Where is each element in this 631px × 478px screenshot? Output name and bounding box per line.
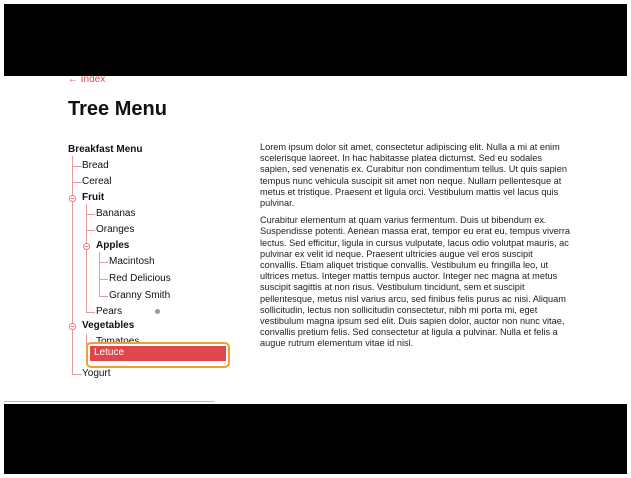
tree-item-macintosh[interactable]: Macintosh — [109, 254, 155, 270]
branch-line — [99, 262, 108, 263]
tree-item-lettuce: Letuce — [94, 347, 125, 358]
branch-line — [99, 296, 108, 297]
branch-line — [86, 204, 87, 312]
page-title: Tree Menu — [68, 98, 167, 120]
article-paragraph-1: Lorem ipsum dolor sit amet, consectetur … — [260, 142, 567, 209]
branch-line — [86, 230, 95, 231]
collapse-toggle-icon[interactable] — [83, 243, 90, 250]
tree-item-yogurt[interactable]: Yogurt — [82, 366, 111, 382]
collapse-toggle-icon[interactable] — [69, 323, 76, 330]
branch-line — [86, 312, 95, 313]
branch-line — [72, 166, 82, 167]
tree-item-apples[interactable]: Apples — [96, 238, 129, 254]
branch-line — [72, 156, 73, 374]
branch-line — [99, 252, 100, 296]
tree-item-oranges[interactable]: Oranges — [96, 222, 134, 238]
tree-item-cereal[interactable]: Cereal — [82, 174, 111, 190]
branch-line — [86, 214, 95, 215]
tree-item-fruit[interactable]: Fruit — [82, 190, 104, 206]
article-body: Lorem ipsum dolor sit amet, consectetur … — [260, 142, 572, 356]
tree-item-red-delicious[interactable]: Red Delicious — [109, 271, 171, 287]
letterbox-bottom — [4, 404, 627, 474]
branch-line — [72, 374, 82, 375]
page-content: ← Index Tree Menu Breakfast Menu Bread C… — [4, 76, 627, 404]
article-paragraph-2: Curabitur elementum at quam varius ferme… — [260, 215, 570, 349]
tree-root[interactable]: Breakfast Menu — [68, 142, 142, 158]
mouse-cursor-icon — [155, 309, 160, 314]
branch-line — [72, 182, 82, 183]
branch-line — [99, 279, 108, 280]
tree-item-bananas[interactable]: Bananas — [96, 206, 135, 222]
video-progress-line — [4, 401, 214, 402]
tree-item-vegetables[interactable]: Vegetables — [82, 318, 134, 334]
collapse-toggle-icon[interactable] — [69, 195, 76, 202]
letterbox-top — [4, 4, 627, 76]
tree-item-granny-smith[interactable]: Granny Smith — [109, 288, 170, 304]
back-link[interactable]: ← Index — [68, 76, 105, 85]
selected-tree-item[interactable]: Letuce — [90, 346, 226, 361]
tree-item-bread[interactable]: Bread — [82, 158, 109, 174]
